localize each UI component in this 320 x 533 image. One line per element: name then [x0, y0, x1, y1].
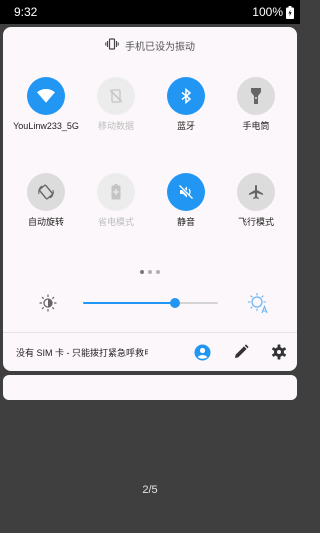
tile-label: YouLinw233_5G: [13, 121, 79, 131]
tile-airplane[interactable]: 飞行模式: [221, 173, 291, 228]
brightness-slider[interactable]: [83, 298, 218, 308]
brightness-row: [3, 291, 297, 315]
page-indicator: 2/5: [142, 484, 158, 496]
battery-icon: [286, 5, 294, 19]
battery-saver-icon: [97, 173, 135, 211]
tile-label: 移动数据: [97, 121, 134, 131]
auto-brightness-icon[interactable]: [247, 292, 269, 319]
tile-wifi[interactable]: YouLinw233_5G: [11, 77, 81, 132]
notification-card[interactable]: [3, 375, 297, 400]
page-dot[interactable]: [148, 270, 152, 274]
tile-label: 蓝牙: [176, 121, 195, 131]
tile-label: 自动旋转: [27, 217, 64, 227]
tile-label: 飞行模式: [237, 217, 274, 227]
brightness-thumb[interactable]: [169, 298, 180, 308]
page-dots: [3, 270, 297, 274]
bluetooth-icon: [167, 77, 205, 115]
battery-percent: 100%: [252, 5, 283, 19]
flashlight-icon: [237, 77, 275, 115]
wifi-icon: [27, 77, 65, 115]
page-dot[interactable]: [140, 270, 144, 274]
vibrate-icon: [105, 37, 119, 53]
user-icon[interactable]: [194, 344, 211, 366]
status-bar: 9:32 100%: [0, 0, 300, 24]
auto-rotate-icon: [27, 173, 65, 211]
tile-mute[interactable]: 静音: [151, 173, 221, 228]
qs-footer: 没有 SIM 卡 - 只能拨打紧急呼救电话: [3, 332, 297, 371]
airplane-icon: [237, 173, 275, 211]
tile-label: 静音: [176, 217, 195, 227]
brightness-low-icon: [39, 294, 57, 317]
tile-label: 省电模式: [97, 217, 134, 227]
ringer-status[interactable]: 手机已设为振动: [3, 37, 297, 53]
tile-mobile-data[interactable]: 移动数据: [81, 77, 151, 132]
carrier-text: 没有 SIM 卡 - 只能拨打紧急呼救电话: [16, 347, 148, 358]
edit-icon[interactable]: [233, 344, 249, 366]
footer-actions: [194, 344, 287, 366]
settings-icon[interactable]: [271, 344, 287, 366]
brightness-fill: [83, 302, 175, 304]
tile-flashlight[interactable]: 手电筒: [221, 77, 291, 132]
quick-settings-panel: 手机已设为振动 YouLinw233_5G 移动数据 蓝牙 手电筒 自动旋转 省…: [3, 27, 297, 371]
tile-battery-saver[interactable]: 省电模式: [81, 173, 151, 228]
status-right: 100%: [252, 5, 294, 19]
tile-bluetooth[interactable]: 蓝牙: [151, 77, 221, 132]
vibrate-text: 手机已设为振动: [125, 41, 195, 53]
tile-auto-rotate[interactable]: 自动旋转: [11, 173, 81, 228]
page-dot[interactable]: [156, 270, 160, 274]
mute-icon: [167, 173, 205, 211]
status-time: 9:32: [14, 5, 38, 19]
mobile-data-off-icon: [97, 77, 135, 115]
tile-label: 手电筒: [242, 121, 270, 131]
